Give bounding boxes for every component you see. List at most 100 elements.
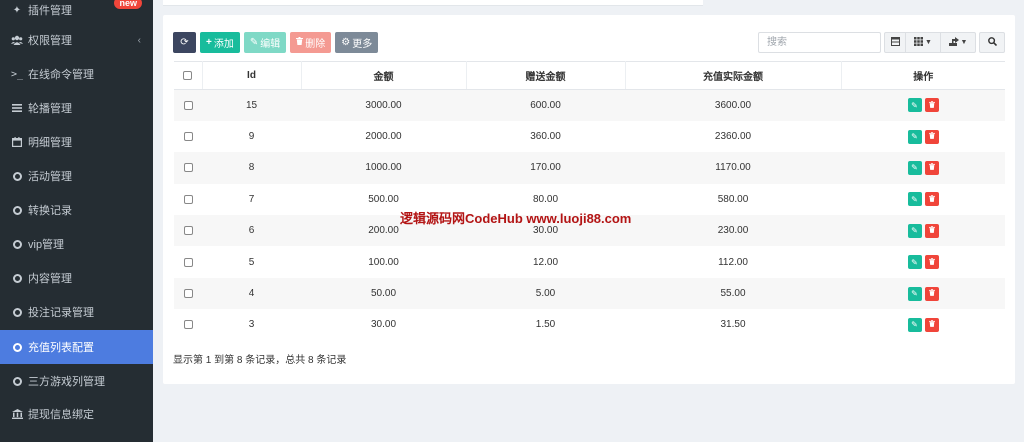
trash-icon — [928, 163, 935, 172]
cell-actual-amount: 1170.00 — [625, 152, 841, 184]
table-row[interactable]: 9 2000.00 360.00 2360.00 ✎ — [174, 121, 1005, 152]
pencil-icon: ✎ — [911, 320, 918, 330]
row-edit-button[interactable]: ✎ — [907, 192, 922, 207]
edit-button[interactable]: ✎ 编辑 — [243, 32, 287, 53]
sidebar-item-label: 内容管理 — [28, 273, 72, 285]
columns-button[interactable]: ▼ — [906, 32, 941, 53]
row-edit-button[interactable]: ✎ — [907, 255, 922, 270]
trash-icon — [928, 101, 935, 110]
grid-icon — [914, 36, 924, 49]
cell-actions: ✎ — [841, 89, 1005, 121]
row-select-cell — [174, 215, 202, 247]
sidebar-item-label: 插件管理 — [28, 5, 72, 17]
circle-icon — [11, 272, 23, 284]
sidebar-item-withdraw-binding[interactable]: 提现信息绑定 — [0, 397, 153, 431]
row-select-cell — [174, 184, 202, 215]
sidebar-item-online-command[interactable]: >_ 在线命令管理 — [0, 57, 153, 91]
sidebar-item-bet-records[interactable]: 投注记录管理 — [0, 295, 153, 329]
sidebar: ✦ 插件管理 new 权限管理 ‹ >_ 在线命令管理 轮播管理 明细管理 活动… — [0, 0, 153, 442]
column-header-id[interactable]: Id — [202, 61, 302, 90]
gear-icon: ⚙ — [341, 37, 351, 48]
table-row[interactable]: 15 3000.00 600.00 3600.00 ✎ — [174, 89, 1005, 121]
sidebar-item-details[interactable]: 明细管理 — [0, 125, 153, 159]
cell-id: 8 — [202, 152, 301, 184]
sidebar-item-label: 在线命令管理 — [28, 69, 94, 81]
chevron-left-icon[interactable]: ‹ — [138, 35, 141, 46]
row-delete-button[interactable] — [924, 223, 939, 238]
row-checkbox[interactable] — [183, 163, 193, 173]
row-checkbox[interactable] — [183, 320, 193, 330]
add-button[interactable]: + 添加 — [200, 32, 240, 53]
row-checkbox[interactable] — [183, 131, 193, 141]
sidebar-item-carousel[interactable]: 轮播管理 — [0, 91, 153, 125]
row-select-cell — [174, 277, 202, 310]
cell-bonus: 600.00 — [466, 89, 625, 121]
edit-label: 编辑 — [260, 39, 281, 50]
sidebar-item-vip[interactable]: vip管理 — [0, 227, 153, 261]
table-row[interactable]: 8 1000.00 170.00 1170.00 ✎ — [174, 152, 1005, 184]
row-delete-button[interactable] — [924, 286, 939, 301]
sidebar-item-permissions[interactable]: 权限管理 ‹ — [0, 23, 153, 57]
cell-actual-amount: 55.00 — [625, 277, 841, 310]
toggle-view-button[interactable] — [884, 32, 906, 53]
cell-bonus: 1.50 — [535, 319, 556, 331]
row-edit-button[interactable]: ✎ — [907, 223, 922, 238]
row-checkbox[interactable] — [183, 288, 193, 298]
row-edit-button[interactable]: ✎ — [907, 160, 922, 175]
sidebar-item-recharge-list[interactable]: 充值列表配置 — [0, 330, 153, 364]
sidebar-item-third-party-games[interactable]: 三方游戏列管理 — [0, 364, 153, 398]
row-select-cell — [174, 121, 202, 152]
more-button[interactable]: ⚙ 更多 — [335, 32, 379, 53]
row-checkbox[interactable] — [183, 257, 193, 267]
export-icon — [948, 36, 959, 49]
recharge-table: Id 金额 赠送金额 充值实际金额 操作 15 3000.00 600.00 3600… — [174, 61, 1005, 341]
refresh-button[interactable]: ⟳ — [173, 32, 196, 53]
column-header-amount[interactable]: 金额 — [301, 61, 467, 90]
row-delete-button[interactable] — [924, 160, 939, 175]
cell-actual-amount: 31.50 — [720, 319, 746, 331]
row-edit-button[interactable]: ✎ — [907, 98, 922, 113]
column-header-actions: 操作 — [841, 61, 1005, 90]
trash-icon — [928, 320, 935, 329]
sidebar-item-activities[interactable]: 活动管理 — [0, 159, 153, 193]
search-icon — [987, 36, 997, 49]
trash-icon — [928, 194, 935, 204]
column-header-bonus[interactable]: 赠送金额 — [466, 61, 626, 90]
row-checkbox[interactable] — [183, 226, 193, 236]
circle-icon — [11, 375, 23, 387]
delete-button[interactable]: 删除 — [290, 32, 332, 53]
column-header-actual-amount[interactable]: 充值实际金额 — [625, 61, 842, 90]
tab-bar — [163, 0, 703, 6]
cell-amount: 2000.00 — [365, 131, 402, 143]
export-button[interactable]: ▼ — [941, 32, 976, 53]
search-button[interactable] — [979, 32, 1005, 53]
row-delete-button[interactable] — [924, 192, 939, 207]
search-input[interactable] — [758, 32, 881, 53]
cell-id: 7 — [248, 193, 255, 205]
row-checkbox[interactable] — [183, 100, 193, 110]
sidebar-item-label: 权限管理 — [28, 35, 72, 47]
row-delete-button[interactable] — [924, 98, 939, 113]
table-row[interactable]: 4 50.00 5.00 55.00 ✎ — [174, 277, 1005, 310]
sidebar-item-content[interactable]: 内容管理 — [0, 261, 153, 295]
row-checkbox[interactable] — [183, 194, 193, 204]
select-all-checkbox[interactable] — [183, 70, 193, 80]
sidebar-item-label: 提现信息绑定 — [28, 409, 94, 421]
sidebar-item-label: 转换记录 — [28, 205, 72, 217]
row-delete-button[interactable] — [924, 129, 939, 144]
table-row[interactable]: 5 100.00 12.00 112.00 ✎ — [174, 246, 1005, 277]
cell-id: 4 — [202, 277, 301, 310]
table-row[interactable]: 3 30.00 1.50 31.50 ✎ — [174, 309, 1005, 340]
sidebar-item-label: 明细管理 — [28, 137, 72, 149]
row-delete-button[interactable] — [924, 255, 939, 270]
cell-amount: 3000.00 — [301, 89, 466, 121]
row-edit-button[interactable]: ✎ — [907, 286, 922, 301]
cell-bonus: 5.00 — [466, 277, 625, 310]
cell-amount: 30.00 — [370, 319, 397, 331]
row-edit-button[interactable]: ✎ — [907, 317, 922, 332]
circle-icon — [11, 170, 23, 182]
cell-id: 5 — [248, 256, 255, 268]
row-edit-button[interactable]: ✎ — [907, 129, 922, 144]
row-delete-button[interactable] — [924, 317, 939, 332]
sidebar-item-conversion-records[interactable]: 转换记录 — [0, 193, 153, 227]
